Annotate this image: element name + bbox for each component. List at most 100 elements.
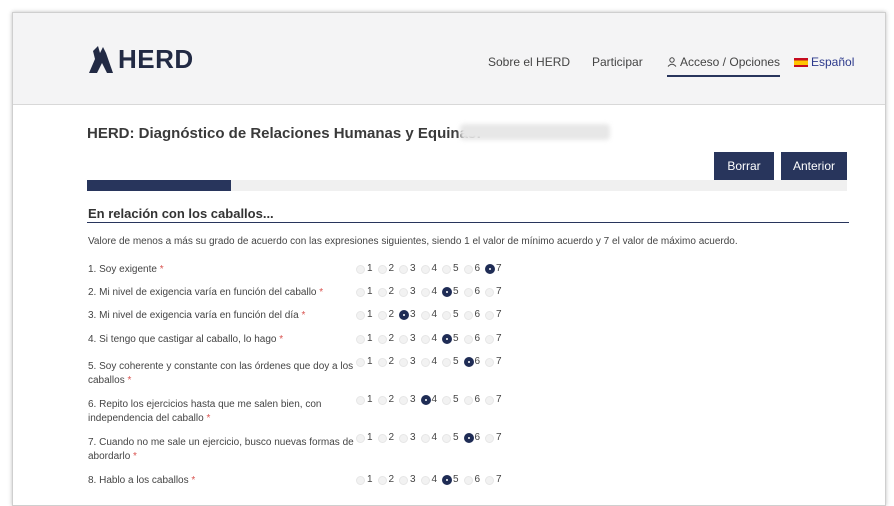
question-label: 1. Soy exigente * bbox=[88, 263, 358, 277]
scale-number: 2 bbox=[388, 333, 395, 344]
scale-number: 1 bbox=[367, 309, 373, 320]
previous-button[interactable]: Anterior bbox=[781, 152, 847, 180]
radio-button[interactable] bbox=[399, 476, 408, 485]
radio-button[interactable] bbox=[442, 287, 452, 297]
scale-number: 1 bbox=[367, 356, 373, 367]
radio-button[interactable] bbox=[356, 396, 365, 405]
radio-button[interactable] bbox=[420, 311, 430, 320]
scale-number: 2 bbox=[388, 263, 395, 274]
radio-button[interactable] bbox=[442, 311, 451, 320]
nav-participate[interactable]: Participar bbox=[592, 55, 643, 69]
question-text: 3. Mi nivel de exigencia varía en funció… bbox=[88, 310, 302, 321]
scale-number: 4 bbox=[431, 309, 438, 320]
radio-button[interactable] bbox=[420, 265, 430, 274]
radio-button[interactable] bbox=[356, 311, 365, 320]
question-text: 4. Si tengo que castigar al caballo, lo … bbox=[88, 334, 280, 345]
radio-button[interactable] bbox=[420, 434, 430, 443]
scale-number: 4 bbox=[431, 286, 438, 297]
radio-button[interactable] bbox=[377, 476, 387, 485]
radio-button[interactable] bbox=[442, 396, 451, 405]
radio-button[interactable] bbox=[399, 358, 408, 367]
radio-button[interactable] bbox=[420, 288, 430, 297]
radio-button[interactable] bbox=[377, 434, 387, 443]
radio-button[interactable] bbox=[485, 358, 494, 367]
scale-number: 2 bbox=[388, 286, 395, 297]
radio-button[interactable] bbox=[463, 396, 473, 405]
radio-button[interactable] bbox=[399, 265, 408, 274]
required-mark: * bbox=[127, 375, 132, 386]
radio-button[interactable] bbox=[377, 265, 387, 274]
scale-number: 7 bbox=[496, 432, 502, 443]
scale-number: 3 bbox=[410, 309, 416, 320]
scale-number: 5 bbox=[453, 263, 459, 274]
radio-button[interactable] bbox=[485, 311, 494, 320]
radio-button[interactable] bbox=[485, 434, 494, 443]
radio-button[interactable] bbox=[420, 358, 430, 367]
radio-button[interactable] bbox=[485, 264, 495, 274]
herd-logo[interactable]: HERD bbox=[85, 42, 194, 76]
radio-button[interactable] bbox=[463, 433, 474, 443]
radio-button[interactable] bbox=[356, 335, 365, 344]
radio-button[interactable] bbox=[485, 476, 494, 485]
scale-number: 1 bbox=[367, 263, 373, 274]
radio-button[interactable] bbox=[399, 335, 408, 344]
question-label: 7. Cuando no me sale un ejercicio, busco… bbox=[88, 436, 358, 464]
scale-number: 4 bbox=[431, 474, 438, 485]
scale-number: 6 bbox=[474, 432, 481, 443]
radio-button[interactable] bbox=[442, 434, 451, 443]
radio-button[interactable] bbox=[420, 476, 430, 485]
scale-number: 2 bbox=[388, 394, 395, 405]
scale-number: 6 bbox=[474, 333, 481, 344]
question-label: 8. Hablo a los caballos * bbox=[88, 474, 358, 488]
language-label: Español bbox=[811, 55, 855, 69]
language-selector[interactable]: Español bbox=[794, 55, 854, 69]
radio-button[interactable] bbox=[420, 395, 431, 405]
radio-button[interactable] bbox=[485, 288, 494, 297]
radio-button[interactable] bbox=[442, 265, 451, 274]
radio-button[interactable] bbox=[442, 475, 452, 485]
radio-button[interactable] bbox=[399, 434, 408, 443]
scale-number: 2 bbox=[388, 356, 395, 367]
clear-button[interactable]: Borrar bbox=[714, 152, 774, 180]
radio-button[interactable] bbox=[377, 288, 387, 297]
scale-number: 5 bbox=[453, 286, 459, 297]
radio-button[interactable] bbox=[420, 335, 430, 344]
scale-number: 5 bbox=[453, 333, 459, 344]
nav-about[interactable]: Sobre el HERD bbox=[488, 55, 570, 69]
page-title: HERD: Diagnóstico de Relaciones Humanas … bbox=[87, 125, 482, 142]
radio-button[interactable] bbox=[485, 396, 494, 405]
radio-button[interactable] bbox=[356, 265, 365, 274]
radio-button[interactable] bbox=[399, 310, 409, 320]
scale-number: 2 bbox=[388, 309, 395, 320]
progress-bar bbox=[87, 180, 847, 191]
radio-button[interactable] bbox=[399, 288, 408, 297]
radio-button[interactable] bbox=[356, 476, 365, 485]
radio-button[interactable] bbox=[356, 434, 365, 443]
radio-button[interactable] bbox=[485, 335, 494, 344]
scale-number: 3 bbox=[410, 474, 416, 485]
radio-button[interactable] bbox=[463, 265, 473, 274]
radio-button[interactable] bbox=[463, 476, 473, 485]
radio-button[interactable] bbox=[463, 357, 474, 367]
radio-button[interactable] bbox=[377, 335, 387, 344]
question-text: 8. Hablo a los caballos bbox=[88, 475, 192, 486]
radio-button[interactable] bbox=[356, 358, 365, 367]
scale-number: 3 bbox=[410, 432, 416, 443]
radio-button[interactable] bbox=[463, 311, 473, 320]
required-mark: * bbox=[319, 287, 324, 298]
radio-button[interactable] bbox=[356, 288, 365, 297]
radio-button[interactable] bbox=[442, 358, 451, 367]
radio-button[interactable] bbox=[377, 358, 387, 367]
radio-button[interactable] bbox=[463, 335, 473, 344]
radio-button[interactable] bbox=[463, 288, 473, 297]
radio-button[interactable] bbox=[377, 311, 387, 320]
radio-button[interactable] bbox=[377, 396, 387, 405]
scale-number: 6 bbox=[474, 356, 481, 367]
scale-number: 1 bbox=[367, 432, 373, 443]
radio-button[interactable] bbox=[442, 334, 452, 344]
nav-access-options[interactable]: Acceso / Opciones bbox=[667, 55, 780, 77]
scale-number: 4 bbox=[431, 394, 438, 405]
radio-button[interactable] bbox=[399, 396, 408, 405]
required-mark: * bbox=[279, 334, 284, 345]
required-mark: * bbox=[191, 475, 196, 486]
